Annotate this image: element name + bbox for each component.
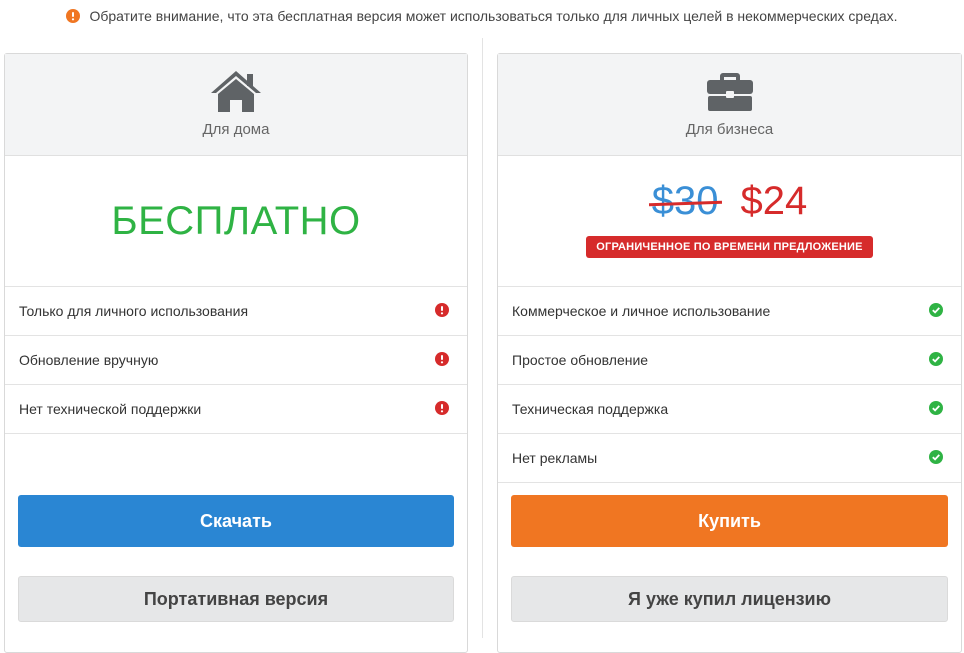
house-icon (209, 69, 263, 113)
home-plan-card: Для дома БЕСПЛАТНО Только для личного ис… (4, 53, 468, 653)
feature-label: Коммерческое и личное использование (512, 303, 771, 319)
business-plan-title: Для бизнеса (685, 121, 774, 138)
check-icon (929, 351, 943, 369)
feature-label: Простое обновление (512, 352, 649, 368)
notice-text: Обратите внимание, что эта бесплатная ве… (89, 8, 898, 24)
discounted-price: $24 (740, 178, 808, 223)
exclamation-circle-icon (66, 9, 81, 23)
feature-label: Только для личного использования (19, 303, 249, 319)
error-icon (435, 351, 449, 369)
already-purchased-button[interactable]: Я уже купил лицензию (511, 576, 948, 622)
home-plan-header: Для дома (5, 54, 467, 156)
free-price-label: БЕСПЛАТНО (111, 198, 361, 243)
feature-row: Обновление вручную (5, 336, 467, 385)
check-icon (929, 400, 943, 418)
feature-row: Только для личного использования (5, 287, 467, 336)
error-icon (435, 302, 449, 320)
feature-label: Обновление вручную (19, 352, 159, 368)
business-plan-card: Для бизнеса $30 $24 ОГРАНИЧЕННОЕ ПО ВРЕМ… (497, 53, 962, 653)
free-version-notice: Обратите внимание, что эта бесплатная ве… (0, 0, 964, 32)
feature-label: Нет технической поддержки (19, 401, 202, 417)
old-price: $30 (651, 178, 719, 223)
check-icon (929, 449, 943, 467)
column-divider (482, 38, 483, 638)
buy-button[interactable]: Купить (511, 495, 948, 547)
home-price-box: БЕСПЛАТНО (5, 156, 467, 287)
briefcase-icon (706, 69, 753, 113)
limited-offer-badge: ОГРАНИЧЕННОЕ ПО ВРЕМЕНИ ПРЕДЛОЖЕНИЕ (586, 235, 873, 258)
home-plan-title: Для дома (202, 121, 270, 138)
feature-label: Техническая поддержка (512, 401, 669, 417)
feature-row: Нет рекламы (498, 434, 961, 483)
portable-version-button[interactable]: Портативная версия (18, 576, 454, 622)
feature-row: Техническая поддержка (498, 385, 961, 434)
price-group: $30 $24 (652, 179, 808, 224)
error-icon (435, 400, 449, 418)
feature-row: Простое обновление (498, 336, 961, 385)
business-price-box: $30 $24 ОГРАНИЧЕННОЕ ПО ВРЕМЕНИ ПРЕДЛОЖЕ… (498, 156, 961, 287)
feature-row: Нет технической поддержки (5, 385, 467, 434)
download-button[interactable]: Скачать (18, 495, 454, 547)
feature-row: Коммерческое и личное использование (498, 287, 961, 336)
feature-label: Нет рекламы (512, 450, 598, 466)
check-icon (929, 302, 943, 320)
business-plan-header: Для бизнеса (498, 54, 961, 156)
